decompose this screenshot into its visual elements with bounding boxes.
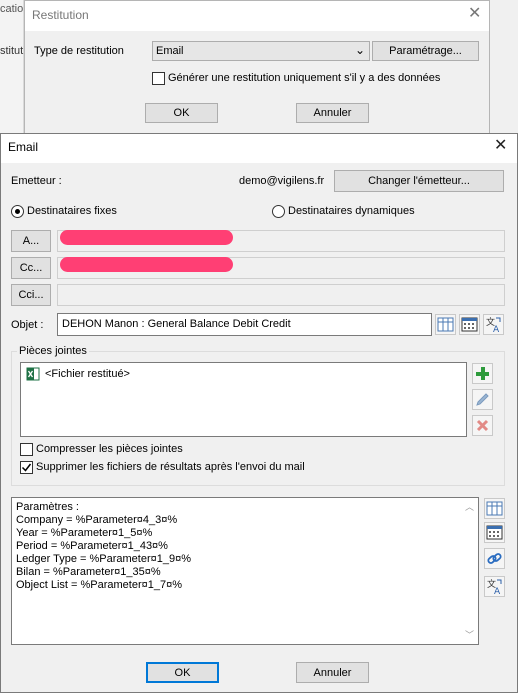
body-line: Period = %Parameter¤1_43¤% bbox=[16, 540, 168, 552]
body-line: Year = %Parameter¤1_5¤% bbox=[16, 527, 153, 539]
message-body-text: Paramètres : Company = %Parameter¤4_3¤% … bbox=[16, 501, 191, 592]
translate-icon[interactable]: 文A bbox=[483, 314, 504, 335]
svg-text:A: A bbox=[493, 325, 500, 334]
subject-value: DEHON Manon : General Balance Debit Cred… bbox=[62, 318, 291, 330]
radio-fixed-label: Destinataires fixes bbox=[27, 205, 117, 217]
type-restitution-value: Email bbox=[156, 45, 184, 57]
body-line: Object List = %Parameter¤1_7¤% bbox=[16, 579, 183, 591]
table-icon[interactable] bbox=[484, 498, 505, 519]
add-icon[interactable] bbox=[472, 363, 493, 384]
only-if-data-label: Générer une restitution uniquement s'il … bbox=[168, 72, 441, 84]
change-sender-button[interactable]: Changer l'émetteur... bbox=[334, 170, 504, 192]
bcc-field[interactable] bbox=[57, 284, 505, 306]
email-title-bar bbox=[1, 134, 517, 163]
attachment-name: <Fichier restitué> bbox=[45, 368, 130, 380]
delete-icon[interactable] bbox=[472, 415, 493, 436]
close-icon[interactable]: ✕ bbox=[494, 138, 507, 154]
radio-fixed-recipients[interactable] bbox=[11, 205, 24, 218]
body-line: Bilan = %Parameter¤1_35¤% bbox=[16, 566, 161, 578]
sender-value: demo@vigilens.fr bbox=[239, 175, 325, 187]
chevron-down-icon: ⌄ bbox=[355, 43, 366, 57]
cancel-button[interactable]: Annuler bbox=[296, 662, 369, 683]
subject-label: Objet : bbox=[11, 319, 44, 331]
radio-selected-dot bbox=[15, 209, 20, 214]
vertical-scrollbar[interactable]: ︿ ﹀ bbox=[461, 498, 478, 644]
excel-file-icon bbox=[26, 367, 40, 384]
message-body-textarea[interactable]: Paramètres : Company = %Parameter¤4_3¤% … bbox=[11, 497, 479, 645]
to-button[interactable]: A... bbox=[11, 230, 51, 252]
body-line: Ledger Type = %Parameter¤1_9¤% bbox=[16, 553, 191, 565]
cc-button[interactable]: Cc... bbox=[11, 257, 51, 279]
ok-button[interactable]: OK bbox=[146, 662, 219, 683]
delete-files-checkbox[interactable] bbox=[20, 461, 33, 474]
delete-files-label: Supprimer les fichiers de résultats aprè… bbox=[36, 461, 305, 473]
calendar-icon[interactable] bbox=[484, 522, 505, 543]
compress-label: Compresser les pièces jointes bbox=[36, 443, 183, 455]
redacted-to-recipients bbox=[60, 230, 233, 245]
edit-icon[interactable] bbox=[472, 389, 493, 410]
radio-dynamic-label: Destinataires dynamiques bbox=[288, 205, 415, 217]
restitution-cancel-button[interactable]: Annuler bbox=[296, 103, 369, 123]
background-window-left bbox=[0, 0, 24, 135]
close-icon[interactable]: ✕ bbox=[468, 6, 481, 22]
type-restitution-select[interactable]: Email ⌄ bbox=[152, 41, 370, 61]
restitution-ok-button[interactable]: OK bbox=[145, 103, 218, 123]
restitution-title: Restitution bbox=[32, 8, 89, 22]
scroll-down-icon[interactable]: ﹀ bbox=[465, 628, 474, 641]
redacted-cc-recipients bbox=[60, 257, 233, 272]
list-item[interactable]: <Fichier restitué> bbox=[26, 366, 226, 382]
subject-input[interactable]: DEHON Manon : General Balance Debit Cred… bbox=[57, 313, 432, 336]
restitution-dialog bbox=[24, 0, 490, 135]
calendar-icon[interactable] bbox=[459, 314, 480, 335]
parametrage-button[interactable]: Paramétrage... bbox=[372, 41, 479, 61]
svg-text:A: A bbox=[494, 587, 501, 596]
table-icon[interactable] bbox=[435, 314, 456, 335]
compress-checkbox[interactable] bbox=[20, 443, 33, 456]
radio-dynamic-recipients[interactable] bbox=[272, 205, 285, 218]
body-line: Paramètres : bbox=[16, 501, 79, 513]
translate-icon[interactable]: 文A bbox=[484, 576, 505, 597]
sender-label: Emetteur : bbox=[11, 175, 62, 187]
scroll-up-icon[interactable]: ︿ bbox=[465, 500, 474, 513]
link-icon[interactable] bbox=[484, 548, 505, 569]
attachments-group-label: Pièces jointes bbox=[17, 345, 89, 357]
body-line: Company = %Parameter¤4_3¤% bbox=[16, 514, 178, 526]
bcc-button[interactable]: Cci... bbox=[11, 284, 51, 306]
type-restitution-label: Type de restitution bbox=[34, 45, 124, 57]
restitution-title-bar bbox=[25, 1, 489, 31]
background-text: stituti bbox=[0, 45, 26, 57]
attachments-list[interactable]: <Fichier restitué> bbox=[20, 362, 467, 437]
email-title: Email bbox=[8, 140, 39, 154]
only-if-data-checkbox[interactable] bbox=[152, 72, 165, 85]
